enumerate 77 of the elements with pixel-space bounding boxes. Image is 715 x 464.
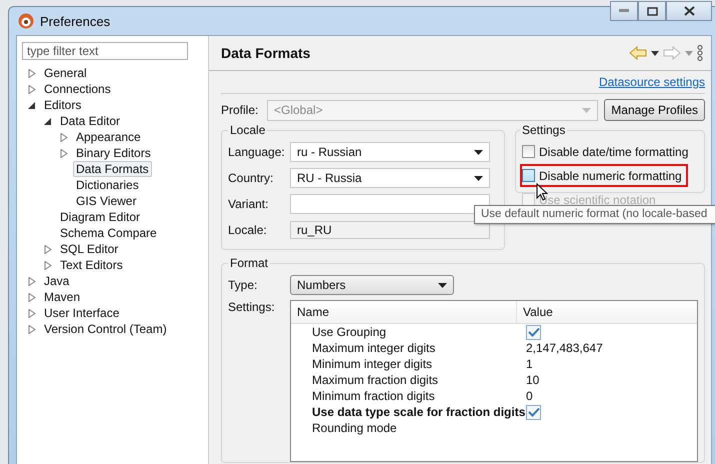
profile-label: Profile: xyxy=(221,103,260,117)
group-title: Format xyxy=(229,256,270,270)
filter-field[interactable]: type filter text xyxy=(22,42,188,60)
property-value: 1 xyxy=(526,357,533,371)
property-value: 10 xyxy=(526,373,540,387)
column-header[interactable]: Value xyxy=(517,301,553,323)
field-label: Language: xyxy=(228,145,286,159)
highlighted-checkbox-option[interactable]: Disable numeric formatting xyxy=(520,164,688,187)
tooltip: Use default numeric format (no locale-based xyxy=(474,205,715,224)
collapsed-arrow-icon[interactable] xyxy=(28,308,36,318)
close-icon xyxy=(684,6,694,16)
collapsed-arrow-icon[interactable] xyxy=(28,324,36,334)
checkbox-option[interactable]: Disable date/time formatting xyxy=(520,140,694,163)
property-name: Use Grouping xyxy=(311,325,388,339)
manage-profiles-button[interactable]: Manage Profiles xyxy=(604,99,705,121)
tree-item[interactable]: Appearance xyxy=(73,129,144,145)
field-label: Locale: xyxy=(228,223,268,237)
more-icon[interactable] xyxy=(697,45,703,61)
checkbox[interactable] xyxy=(526,404,541,420)
collapsed-arrow-icon[interactable] xyxy=(28,292,36,302)
tree-item[interactable]: Version Control (Team) xyxy=(41,321,170,337)
datasource-settings-link[interactable]: Datasource settings xyxy=(598,75,705,89)
dropdown-arrow-icon xyxy=(582,108,592,112)
dropdown-arrow-icon xyxy=(438,283,447,288)
group-title: Settings xyxy=(521,123,566,137)
app-logo-icon xyxy=(18,13,34,29)
maximize-icon xyxy=(646,6,658,16)
expanded-arrow-icon[interactable] xyxy=(28,100,36,110)
dropdown-arrow-icon xyxy=(474,176,483,181)
type-dropdown[interactable]: Numbers xyxy=(290,275,454,295)
tree-item[interactable]: User Interface xyxy=(41,305,122,321)
tree-item[interactable]: Text Editors xyxy=(57,257,126,273)
tree-item[interactable]: Binary Editors xyxy=(73,145,154,161)
type-label: Type: xyxy=(228,278,258,292)
collapsed-arrow-icon[interactable] xyxy=(28,68,36,78)
minimize-icon xyxy=(619,9,629,13)
tree-item[interactable]: SQL Editor xyxy=(57,241,122,257)
maximize-button[interactable] xyxy=(638,1,666,21)
expanded-arrow-icon[interactable] xyxy=(44,116,52,126)
tree-item[interactable]: Schema Compare xyxy=(57,225,160,241)
property-name: Minimum integer digits xyxy=(311,357,434,371)
property-name: Rounding mode xyxy=(311,421,398,435)
property-name: Maximum integer digits xyxy=(311,341,436,355)
tree-item[interactable]: General xyxy=(41,65,90,81)
tree-item[interactable]: Connections xyxy=(41,81,114,97)
collapsed-arrow-icon[interactable] xyxy=(60,132,68,142)
property-value: 0 xyxy=(526,389,533,403)
collapsed-arrow-icon[interactable] xyxy=(44,244,52,254)
window-title: Preferences xyxy=(40,14,110,28)
field-label: Country: xyxy=(228,171,274,185)
settings-label: Settings: xyxy=(228,300,276,316)
dropdown-field[interactable]: ru - Russian xyxy=(290,142,490,162)
collapsed-arrow-icon[interactable] xyxy=(60,148,68,158)
property-name: Minimum fraction digits xyxy=(311,389,436,403)
caret-icon[interactable] xyxy=(651,50,659,56)
collapsed-arrow-icon[interactable] xyxy=(28,276,36,286)
property-name: Maximum fraction digits xyxy=(311,373,440,387)
checkbox[interactable] xyxy=(526,324,541,340)
tree-item[interactable]: Dictionaries xyxy=(73,177,142,193)
dropdown-arrow-icon xyxy=(474,150,483,155)
collapsed-arrow-icon[interactable] xyxy=(44,260,52,270)
dropdown-field[interactable]: RU - Russia xyxy=(290,168,490,188)
readonly-field: ru_RU xyxy=(290,221,490,239)
column-header[interactable]: Name xyxy=(291,301,517,323)
tree-item[interactable]: Data Editor xyxy=(57,113,124,129)
tree-item[interactable]: GIS Viewer xyxy=(73,193,140,209)
tree-item[interactable]: Editors xyxy=(41,97,84,113)
page-title: Data Formats xyxy=(221,45,310,61)
close-button[interactable] xyxy=(666,1,712,21)
tree-item[interactable]: Data Formats xyxy=(73,161,152,177)
property-value: 2,147,483,647 xyxy=(526,341,603,355)
group-title: Locale xyxy=(229,123,266,137)
tree-item[interactable]: Java xyxy=(41,273,72,289)
collapsed-arrow-icon[interactable] xyxy=(28,84,36,94)
tree-item[interactable]: Maven xyxy=(41,289,84,305)
field-label: Variant: xyxy=(228,197,270,211)
tree-item[interactable]: Diagram Editor xyxy=(57,209,144,225)
